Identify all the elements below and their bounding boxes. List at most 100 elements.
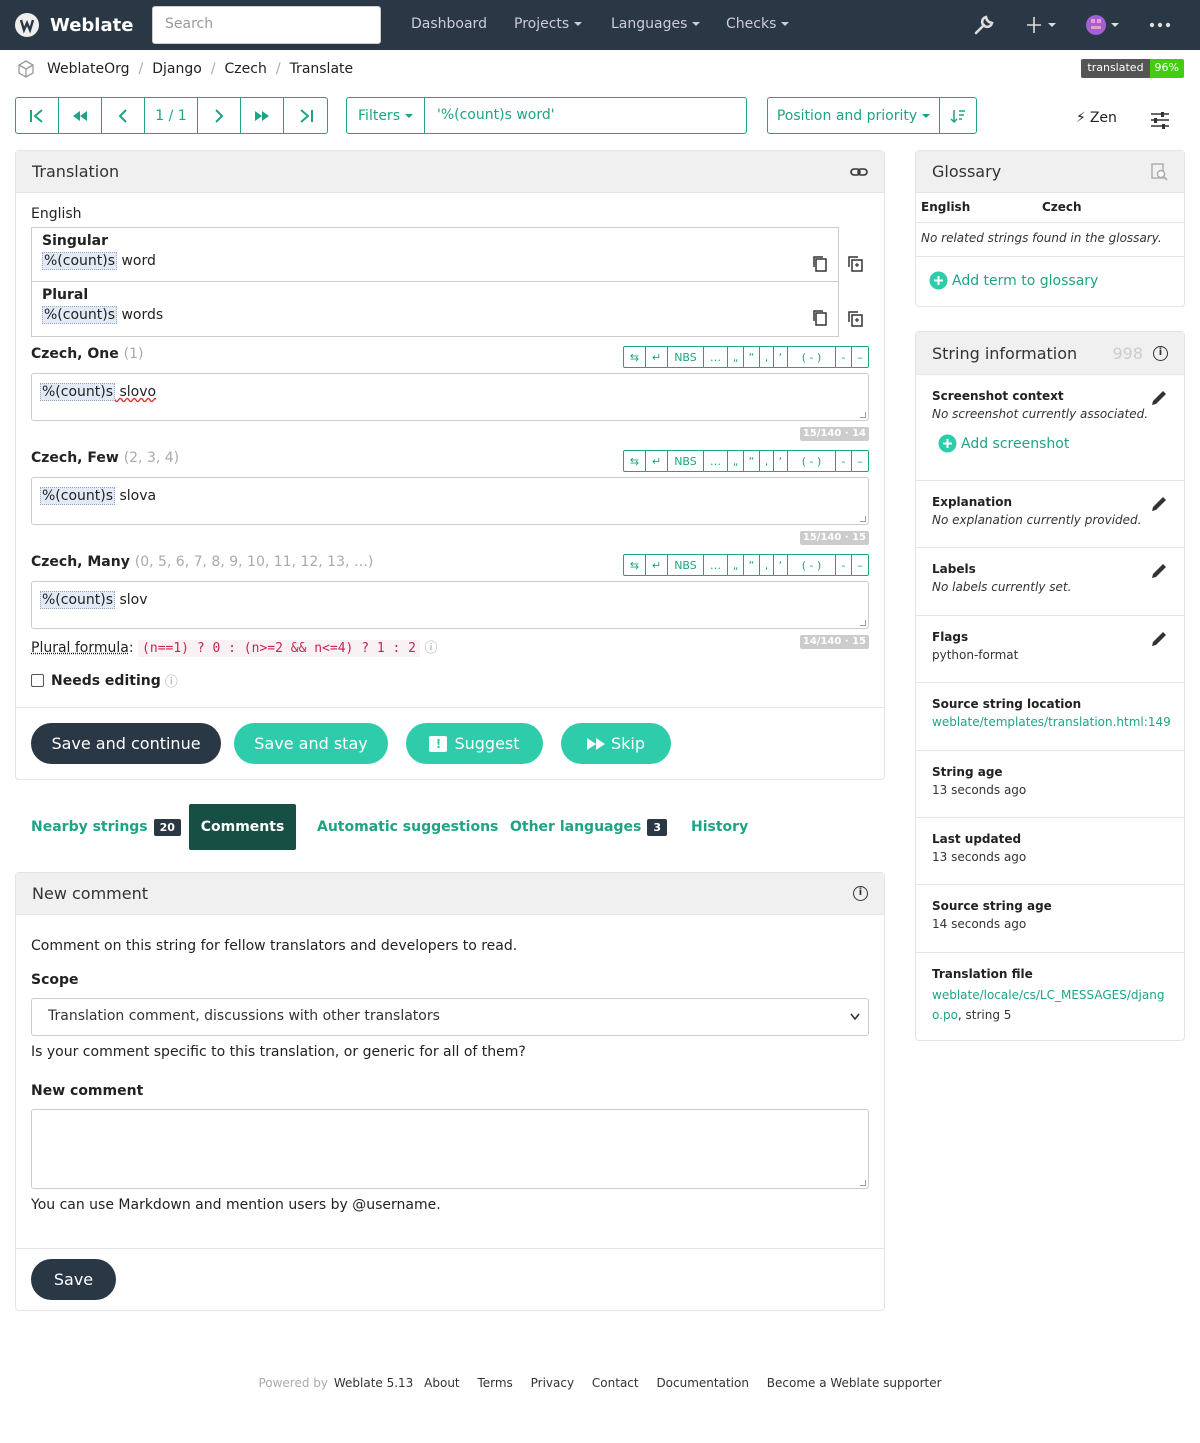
placeholder-highlight[interactable]: %(count)s <box>42 306 118 324</box>
newline-char-button[interactable]: ↵ <box>646 451 668 471</box>
skip-button[interactable]: Skip <box>561 723 671 764</box>
low-single-quote-char-button[interactable]: , <box>760 555 774 575</box>
high-single-quote-char-button[interactable]: ‘ <box>774 347 788 367</box>
save-stay-button[interactable]: Save and stay <box>234 723 388 764</box>
nbsp-char-button[interactable]: NBS <box>668 555 704 575</box>
low-quote-char-button[interactable]: „ <box>728 451 744 471</box>
hyphen-space-char-button[interactable]: ( - ) <box>788 555 836 575</box>
add-glossary-term-button[interactable]: Add term to glossary <box>929 271 1098 290</box>
nbsp-char-button[interactable]: NBS <box>668 347 704 367</box>
hyphen-space-char-button[interactable]: ( - ) <box>788 347 836 367</box>
resize-handle[interactable] <box>860 1180 866 1186</box>
filters-button[interactable]: Filters <box>347 98 425 133</box>
info-icon[interactable]: i <box>1153 345 1168 361</box>
hyphen-space-char-button[interactable]: ( - ) <box>788 451 836 471</box>
save-comment-button[interactable]: Save <box>31 1259 116 1300</box>
edit-pencil-icon[interactable] <box>1150 562 1168 580</box>
add-icon[interactable] <box>1026 13 1060 41</box>
edit-pencil-icon[interactable] <box>1150 495 1168 513</box>
last-button[interactable] <box>284 98 327 133</box>
ellipsis-char-button[interactable]: … <box>704 555 728 575</box>
low-single-quote-char-button[interactable]: , <box>760 451 774 471</box>
tab-comments[interactable]: Comments <box>189 804 296 850</box>
nav-dashboard[interactable]: Dashboard <box>411 16 487 32</box>
newline-char-button[interactable]: ↵ <box>646 555 668 575</box>
settings-sliders-icon[interactable] <box>1150 111 1170 133</box>
scope-select[interactable]: Translation comment, discussions with ot… <box>31 998 869 1036</box>
wrench-icon[interactable] <box>973 14 995 40</box>
footer-terms-link[interactable]: Terms <box>477 1376 512 1390</box>
translation-textarea-one[interactable]: %(count)s slovo <box>31 373 869 421</box>
nav-languages[interactable]: Languages <box>611 16 701 32</box>
nbsp-char-button[interactable]: NBS <box>668 451 704 471</box>
nav-checks[interactable]: Checks <box>726 16 790 32</box>
hyphen-char-button[interactable]: - <box>836 451 852 471</box>
translation-file-link-cont[interactable]: o.po <box>932 1008 958 1022</box>
translation-file-link[interactable]: weblate/locale/cs/LC_MESSAGES/djang <box>932 988 1164 1002</box>
high-single-quote-char-button[interactable]: ‘ <box>774 555 788 575</box>
tab-history[interactable]: History <box>691 804 748 850</box>
new-comment-textarea[interactable] <box>31 1109 869 1189</box>
breadcrumb-project[interactable]: Django <box>152 61 202 77</box>
breadcrumb-org[interactable]: WeblateOrg <box>47 61 130 77</box>
placeholder-highlight[interactable]: %(count)s <box>42 252 118 270</box>
previous-page-button[interactable] <box>59 98 102 133</box>
high-single-quote-char-button[interactable]: ‘ <box>774 451 788 471</box>
sort-button[interactable]: Position and priority <box>768 98 940 133</box>
translation-textarea-few[interactable]: %(count)s slova <box>31 477 869 525</box>
footer-about-link[interactable]: About <box>424 1376 459 1390</box>
high-quote-char-button[interactable]: “ <box>744 451 760 471</box>
footer-supporter-link[interactable]: Become a Weblate supporter <box>767 1376 942 1390</box>
status-badge[interactable]: translated 96% <box>1081 59 1184 78</box>
footer-contact-link[interactable]: Contact <box>592 1376 639 1390</box>
save-continue-button[interactable]: Save and continue <box>31 723 221 764</box>
filter-query-input[interactable]: '%(count)s word' <box>425 98 746 133</box>
hyphen-char-button[interactable]: - <box>836 555 852 575</box>
resize-handle[interactable] <box>860 516 866 522</box>
info-icon[interactable]: ⓘ <box>165 671 178 690</box>
next-button[interactable] <box>198 98 241 133</box>
search-input[interactable]: Search <box>152 6 381 44</box>
tab-char-button[interactable]: ⇆ <box>624 555 646 575</box>
nav-projects[interactable]: Projects <box>514 16 583 32</box>
hyphen-char-button[interactable]: - <box>836 347 852 367</box>
copy-icon[interactable] <box>812 255 828 273</box>
edit-pencil-icon[interactable] <box>1150 630 1168 648</box>
link-icon[interactable] <box>850 166 868 178</box>
ellipsis-char-button[interactable]: … <box>704 347 728 367</box>
low-quote-char-button[interactable]: „ <box>728 555 744 575</box>
edit-pencil-icon[interactable] <box>1150 389 1168 407</box>
ellipsis-char-button[interactable]: … <box>704 451 728 471</box>
source-location-link[interactable]: weblate/templates/translation.html:149 <box>932 715 1171 729</box>
zen-button[interactable]: ⚡︎ Zen <box>1076 110 1117 126</box>
tab-other-languages[interactable]: Other languages 3 <box>510 804 667 850</box>
footer-documentation-link[interactable]: Documentation <box>656 1376 749 1390</box>
tab-nearby-strings[interactable]: Nearby strings 20 <box>31 804 181 850</box>
dash-char-button[interactable]: – <box>852 451 868 471</box>
copy-icon[interactable] <box>812 309 828 327</box>
suggest-button[interactable]: ! Suggest <box>406 723 543 764</box>
resize-handle[interactable] <box>860 412 866 418</box>
tab-char-button[interactable]: ⇆ <box>624 347 646 367</box>
sort-direction-button[interactable] <box>940 98 976 133</box>
info-icon[interactable]: i <box>853 886 868 901</box>
low-single-quote-char-button[interactable]: , <box>760 347 774 367</box>
footer-privacy-link[interactable]: Privacy <box>531 1376 574 1390</box>
resize-handle[interactable] <box>860 620 866 626</box>
previous-button[interactable] <box>102 98 145 133</box>
brand-logo[interactable]: Weblate <box>14 12 152 38</box>
add-screenshot-button[interactable]: Add screenshot <box>938 434 1168 453</box>
needs-editing-checkbox[interactable] <box>31 674 44 687</box>
more-menu-icon[interactable] <box>1149 17 1171 37</box>
first-button[interactable] <box>16 98 59 133</box>
info-icon[interactable]: ⓘ <box>424 641 437 656</box>
tab-char-button[interactable]: ⇆ <box>624 451 646 471</box>
dash-char-button[interactable]: – <box>852 555 868 575</box>
high-quote-char-button[interactable]: “ <box>744 555 760 575</box>
high-quote-char-button[interactable]: “ <box>744 347 760 367</box>
dash-char-button[interactable]: – <box>852 347 868 367</box>
footer-version-link[interactable]: Weblate 5.13 <box>334 1376 413 1390</box>
clone-source-icon[interactable] <box>847 310 865 328</box>
newline-char-button[interactable]: ↵ <box>646 347 668 367</box>
next-page-button[interactable] <box>241 98 284 133</box>
